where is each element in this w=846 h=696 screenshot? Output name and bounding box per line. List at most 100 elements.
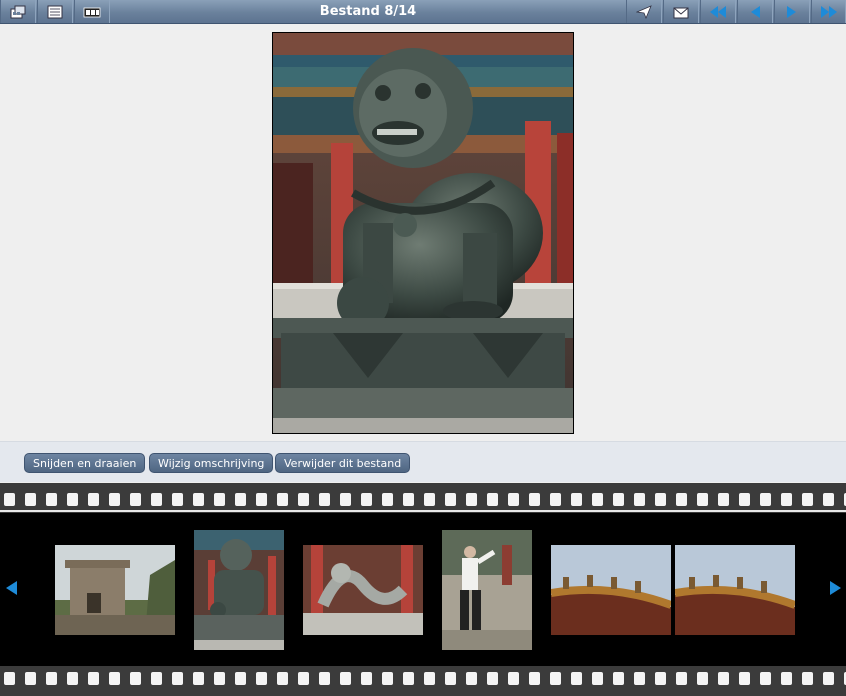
film-perforation-hole (802, 493, 813, 506)
film-perforation-hole (571, 672, 582, 685)
film-perforation-hole (487, 672, 498, 685)
film-perforation-hole (718, 672, 729, 685)
film-perforation-hole (634, 672, 645, 685)
list-view-button[interactable] (37, 0, 73, 23)
film-perforation-hole (571, 493, 582, 506)
film-perforation-hole (550, 493, 561, 506)
film-perforation-hole (214, 493, 225, 506)
action-bar: Snijden en draaien Wijzig omschrijving V… (0, 441, 846, 482)
thumbnail-dragon-statue[interactable] (303, 545, 423, 635)
film-perforation-hole (319, 672, 330, 685)
thumbnail-roof-ornament-2[interactable] (675, 545, 795, 635)
mail-button[interactable] (663, 0, 699, 23)
film-perforation-hole (4, 493, 15, 506)
thumbnail-great-wall[interactable] (55, 545, 175, 635)
film-perforation-hole (46, 493, 57, 506)
film-perforation-hole (256, 493, 267, 506)
film-perforation-hole (25, 672, 36, 685)
film-perforation-hole (256, 672, 267, 685)
delete-file-button[interactable]: Verwijder dit bestand (275, 453, 411, 473)
film-perforation-hole (781, 493, 792, 506)
edit-description-button[interactable]: Wijzig omschrijving (149, 453, 274, 473)
film-perforation-hole (508, 672, 519, 685)
film-perforation-hole (67, 493, 78, 506)
thumbnail-lion-statue[interactable] (194, 530, 284, 650)
film-perforation-hole (235, 493, 246, 506)
film-perforation-hole (382, 672, 393, 685)
film-perforation-hole (613, 493, 624, 506)
first-button[interactable] (700, 0, 736, 23)
film-perforation-hole (445, 493, 456, 506)
page-title: Bestand 8/14 (319, 4, 417, 19)
send-icon (636, 4, 652, 19)
filmstrip-edge-top (0, 510, 846, 512)
film-perforation-hole (382, 493, 393, 506)
film-perforation-hole (67, 672, 78, 685)
mail-icon (673, 7, 689, 18)
film-perforation-hole (613, 672, 624, 685)
film-perforation-hole (697, 493, 708, 506)
film-perforation-hole (109, 493, 120, 506)
film-perforation-hole (424, 493, 435, 506)
main-photo[interactable] (272, 32, 574, 434)
filmstrip-perforation-top (0, 483, 846, 513)
film-perforation-hole (235, 672, 246, 685)
film-perforation-hole (592, 672, 603, 685)
gallery-button[interactable] (0, 0, 36, 23)
film-perforation-hole (802, 672, 813, 685)
film-perforation-hole (676, 672, 687, 685)
last-button[interactable] (811, 0, 846, 23)
film-perforation-hole (697, 672, 708, 685)
filmstrip-left-arrow-icon[interactable] (6, 581, 17, 595)
film-perforation-hole (403, 672, 414, 685)
film-perforation-hole (172, 672, 183, 685)
previous-button[interactable] (737, 0, 773, 23)
previous-icon (751, 5, 760, 18)
film-perforation-hole (592, 493, 603, 506)
film-perforation-hole (193, 672, 204, 685)
film-perforation-hole (466, 672, 477, 685)
crop-rotate-button[interactable]: Snijden en draaien (24, 453, 146, 473)
film-perforation-hole (487, 493, 498, 506)
thumbnail-tai-chi[interactable] (442, 530, 532, 650)
film-perforation-hole (781, 672, 792, 685)
film-perforation-hole (424, 672, 435, 685)
film-perforation-hole (739, 493, 750, 506)
film-perforation-hole (760, 672, 771, 685)
film-perforation-hole (508, 493, 519, 506)
photo-stage (0, 24, 846, 441)
send-button[interactable] (626, 0, 662, 23)
film-perforation-hole (340, 493, 351, 506)
film-perforation-hole (319, 493, 330, 506)
film-perforation-hole (466, 493, 477, 506)
film-perforation-hole (529, 672, 540, 685)
thumbnail-roof-ornament-1[interactable] (551, 545, 671, 635)
film-perforation-hole (655, 672, 666, 685)
film-perforation-hole (655, 493, 666, 506)
film-perforation-hole (298, 493, 309, 506)
film-perforation-hole (529, 493, 540, 506)
film-perforation-hole (445, 672, 456, 685)
film-perforation-hole (739, 672, 750, 685)
gallery-icon (10, 5, 26, 18)
film-perforation-hole (340, 672, 351, 685)
film-perforation-hole (4, 672, 15, 685)
film-perforation-hole (760, 493, 771, 506)
film-perforation-hole (298, 672, 309, 685)
lion-statue-image (273, 33, 573, 433)
filmstrip (0, 483, 846, 696)
slideshow-icon (83, 7, 101, 17)
next-icon (787, 5, 796, 18)
film-perforation-hole (550, 672, 561, 685)
film-perforation-hole (718, 493, 729, 506)
film-perforation-hole (172, 493, 183, 506)
list-icon (47, 5, 63, 18)
film-perforation-hole (823, 493, 834, 506)
slideshow-button[interactable] (74, 0, 110, 23)
toolbar: Bestand 8/14 (0, 0, 846, 24)
film-perforation-hole (193, 493, 204, 506)
film-perforation-hole (151, 493, 162, 506)
filmstrip-right-arrow-icon[interactable] (830, 581, 841, 595)
film-perforation-hole (88, 493, 99, 506)
next-button[interactable] (774, 0, 810, 23)
